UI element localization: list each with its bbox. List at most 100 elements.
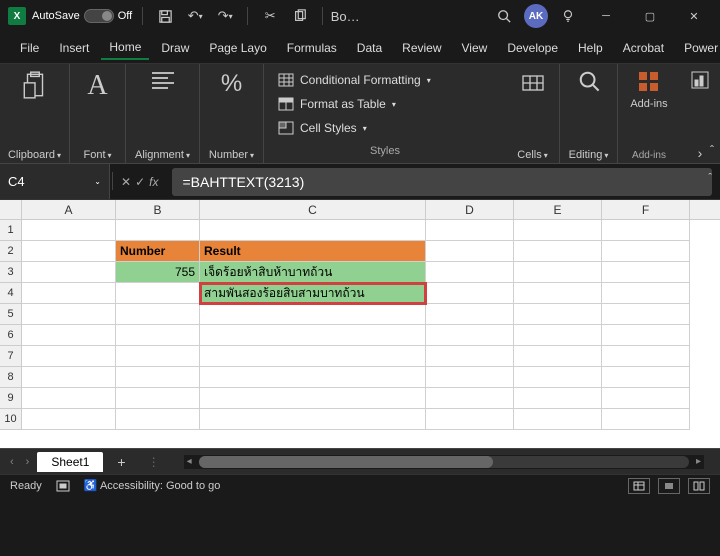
cell[interactable] xyxy=(22,346,116,367)
sheet-tab[interactable]: Sheet1 xyxy=(37,452,103,472)
chevron-down-icon[interactable]: ⌄ xyxy=(94,177,101,186)
save-icon[interactable] xyxy=(153,4,177,28)
cell[interactable] xyxy=(602,241,690,262)
page-break-view-icon[interactable] xyxy=(688,478,710,494)
row-header[interactable]: 10 xyxy=(0,409,21,430)
cell[interactable] xyxy=(116,409,200,430)
cell[interactable] xyxy=(426,367,514,388)
spreadsheet-grid[interactable]: 1 2 3 4 5 6 7 8 9 10 A B C D E F NumberR… xyxy=(0,200,720,448)
col-header[interactable]: A xyxy=(22,200,116,219)
cells-group[interactable]: Cells▾ xyxy=(506,64,560,163)
scroll-left-icon[interactable]: ◂ xyxy=(184,456,195,467)
cell[interactable] xyxy=(514,241,602,262)
row-header[interactable]: 9 xyxy=(0,388,21,409)
cell[interactable] xyxy=(514,262,602,283)
cell[interactable] xyxy=(426,409,514,430)
tab-review[interactable]: Review xyxy=(394,37,449,59)
cell-b3[interactable]: 755 xyxy=(116,262,200,283)
tab-help[interactable]: Help xyxy=(570,37,611,59)
cell[interactable] xyxy=(22,304,116,325)
cell[interactable] xyxy=(426,388,514,409)
cell-c2[interactable]: Result xyxy=(200,241,426,262)
cell[interactable] xyxy=(602,325,690,346)
more-group[interactable]: › xyxy=(680,64,720,163)
cell[interactable] xyxy=(200,367,426,388)
cell[interactable] xyxy=(116,388,200,409)
conditional-formatting-button[interactable]: Conditional Formatting ▾ xyxy=(274,70,496,90)
cell[interactable] xyxy=(116,367,200,388)
select-all-corner[interactable] xyxy=(0,200,22,220)
tab-draw[interactable]: Draw xyxy=(153,37,197,59)
next-sheet-icon[interactable]: › xyxy=(22,456,34,468)
cell[interactable] xyxy=(602,283,690,304)
row-header[interactable]: 7 xyxy=(0,346,21,367)
redo-icon[interactable]: ↷▾ xyxy=(213,4,237,28)
tab-acrobat[interactable]: Acrobat xyxy=(615,37,672,59)
name-box[interactable]: C4⌄ xyxy=(0,164,110,199)
number-group[interactable]: % Number▾ xyxy=(200,64,264,163)
tab-home[interactable]: Home xyxy=(101,36,149,60)
cell[interactable] xyxy=(602,409,690,430)
cell[interactable] xyxy=(514,325,602,346)
copy-icon[interactable] xyxy=(288,4,312,28)
alignment-group[interactable]: Alignment▾ xyxy=(126,64,200,163)
tab-page-layout[interactable]: Page Layo xyxy=(201,37,274,59)
cell[interactable] xyxy=(602,220,690,241)
cell[interactable] xyxy=(116,304,200,325)
cell[interactable] xyxy=(426,304,514,325)
tab-power-pivot[interactable]: Power Piv xyxy=(676,37,720,59)
scroll-right-icon[interactable]: ▸ xyxy=(693,456,704,467)
tab-developer[interactable]: Develope xyxy=(499,37,566,59)
page-layout-view-icon[interactable] xyxy=(658,478,680,494)
cell[interactable] xyxy=(116,325,200,346)
col-header[interactable]: C xyxy=(200,200,426,219)
col-header[interactable]: D xyxy=(426,200,514,219)
user-avatar[interactable]: AK xyxy=(524,4,548,28)
cell[interactable] xyxy=(116,283,200,304)
prev-sheet-icon[interactable]: ‹ xyxy=(6,456,18,468)
scroll-thumb[interactable] xyxy=(199,456,493,468)
normal-view-icon[interactable] xyxy=(628,478,650,494)
tab-view[interactable]: View xyxy=(454,37,496,59)
cell[interactable] xyxy=(426,346,514,367)
cell[interactable] xyxy=(602,388,690,409)
cell-styles-button[interactable]: Cell Styles ▾ xyxy=(274,118,496,138)
lightbulb-icon[interactable] xyxy=(556,4,580,28)
col-header[interactable]: B xyxy=(116,200,200,219)
clipboard-group[interactable]: Clipboard▾ xyxy=(0,64,70,163)
expand-formula-icon[interactable]: ˆ xyxy=(708,172,712,184)
cell-c4-selected[interactable]: สามพันสองร้อยสิบสามบาทถ้วน xyxy=(200,283,426,304)
row-header[interactable]: 4 xyxy=(0,283,21,304)
maximize-button[interactable]: ▢ xyxy=(632,2,668,30)
addins-group[interactable]: Add-ins Add-ins xyxy=(618,64,680,163)
cell[interactable] xyxy=(22,409,116,430)
cell[interactable] xyxy=(602,367,690,388)
cell[interactable] xyxy=(602,346,690,367)
cell[interactable] xyxy=(514,220,602,241)
cell[interactable] xyxy=(22,241,116,262)
cell[interactable] xyxy=(514,346,602,367)
cell[interactable] xyxy=(200,346,426,367)
collapse-ribbon-icon[interactable]: ˆ xyxy=(710,143,714,157)
close-button[interactable]: ✕ xyxy=(676,2,712,30)
row-header[interactable]: 3 xyxy=(0,262,21,283)
cell[interactable] xyxy=(200,304,426,325)
cancel-formula-icon[interactable]: ✕ xyxy=(121,175,131,189)
macro-icon[interactable] xyxy=(56,480,70,492)
minimize-button[interactable]: ─ xyxy=(588,2,624,30)
cell[interactable] xyxy=(602,304,690,325)
cell[interactable] xyxy=(602,262,690,283)
format-as-table-button[interactable]: Format as Table ▾ xyxy=(274,94,496,114)
cell[interactable] xyxy=(200,409,426,430)
row-header[interactable]: 2 xyxy=(0,241,21,262)
cut-icon[interactable]: ✂ xyxy=(258,4,282,28)
cell[interactable] xyxy=(116,220,200,241)
cell[interactable] xyxy=(22,388,116,409)
cell[interactable] xyxy=(22,367,116,388)
row-header[interactable]: 6 xyxy=(0,325,21,346)
accept-formula-icon[interactable]: ✓ xyxy=(135,175,145,189)
cell[interactable] xyxy=(514,304,602,325)
cell[interactable] xyxy=(200,325,426,346)
autosave-toggle[interactable]: AutoSave Off xyxy=(32,9,132,23)
cell[interactable] xyxy=(514,367,602,388)
